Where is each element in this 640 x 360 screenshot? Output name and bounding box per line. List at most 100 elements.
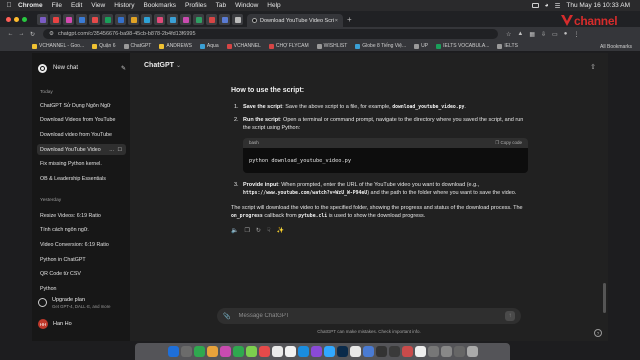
attach-icon[interactable]: 📎 xyxy=(223,313,230,320)
dock-app-icon[interactable] xyxy=(232,346,244,357)
bookmark-item[interactable]: VCHANNEL xyxy=(226,43,261,49)
sidebar-chat-item[interactable]: Fix missing Python kernel. xyxy=(37,159,126,170)
new-chat-button[interactable]: New chat ✎ xyxy=(38,61,126,75)
dock-app-icon[interactable] xyxy=(375,346,387,357)
dock-app-icon[interactable] xyxy=(388,346,400,357)
close-window-icon[interactable] xyxy=(6,17,11,22)
close-tab-icon[interactable]: × xyxy=(335,18,338,24)
message-input[interactable] xyxy=(238,313,489,319)
pinned-tab[interactable] xyxy=(180,14,191,25)
pinned-tab[interactable] xyxy=(141,14,152,25)
dock-app-icon[interactable] xyxy=(284,346,296,357)
dock-app-icon[interactable] xyxy=(401,346,413,357)
pinned-tab[interactable] xyxy=(167,14,178,25)
dock-app-icon[interactable] xyxy=(349,346,361,357)
sidebar-chat-item[interactable]: Resize Videos: 6:19 Ratio xyxy=(37,210,126,221)
dock-app-icon[interactable] xyxy=(258,346,270,357)
scrollbar[interactable] xyxy=(603,283,606,313)
copy-code-button[interactable]: ❐ Copy code xyxy=(495,139,522,147)
tab-active[interactable]: Download YouTube Video Scri × xyxy=(247,14,343,27)
bookmark-item[interactable]: Aqua xyxy=(199,43,219,49)
reload-icon[interactable]: ↻ xyxy=(28,31,37,38)
dock-app-icon[interactable] xyxy=(310,346,322,357)
sidebar-chat-item[interactable]: ChatGPT Sử Dụng Ngôn Ngữ xyxy=(37,100,126,111)
back-icon[interactable]: ← xyxy=(6,31,15,37)
sidebar-chat-item[interactable]: Download YouTube Video … ☐ xyxy=(37,144,126,156)
menu-view[interactable]: View xyxy=(91,2,105,9)
bookmark-item[interactable]: CHỢ FLYCAM xyxy=(268,43,309,49)
copy-icon[interactable]: ❐ xyxy=(244,227,249,235)
bookmark-item[interactable]: WISHLIST xyxy=(316,43,347,49)
site-info-icon[interactable]: ⚙ xyxy=(49,31,54,37)
menu-chrome[interactable]: Chrome xyxy=(18,2,43,9)
dock-app-icon[interactable] xyxy=(440,346,452,357)
chat-options-icon[interactable]: … ☐ xyxy=(109,147,123,153)
regenerate-icon[interactable]: ↻ xyxy=(256,227,261,235)
wifi-icon[interactable]: ◕ xyxy=(545,2,549,9)
dock-app-icon[interactable] xyxy=(167,346,179,357)
pinned-tab[interactable] xyxy=(154,14,165,25)
menu-help[interactable]: Help xyxy=(267,2,280,9)
apple-icon[interactable]:  xyxy=(0,2,18,9)
dock-app-icon[interactable] xyxy=(180,346,192,357)
sidebar-chat-item[interactable]: Python in ChatGPT xyxy=(37,254,126,265)
pinned-tab[interactable] xyxy=(76,14,87,25)
bookmark-item[interactable]: IELTS VOCABULA... xyxy=(436,43,489,49)
sidepanel-icon[interactable]: ▭ xyxy=(552,31,558,38)
menu-tab[interactable]: Tab xyxy=(216,2,226,9)
sidebar-chat-item[interactable]: OB & Leadership Essentials xyxy=(37,174,126,185)
menu-bookmarks[interactable]: Bookmarks xyxy=(143,2,176,9)
model-switch-icon[interactable]: ✨ xyxy=(277,227,284,235)
dock-app-icon[interactable] xyxy=(193,346,205,357)
menu-history[interactable]: History xyxy=(114,2,134,9)
pinned-tab[interactable] xyxy=(63,14,74,25)
read-aloud-icon[interactable]: 🔈 xyxy=(231,227,238,235)
address-bar[interactable]: ⚙ chatgpt.com/c/35456676-ba98-45cb-b878-… xyxy=(43,29,498,39)
extension-icon[interactable]: ▲ xyxy=(517,31,523,37)
control-center-icon[interactable]: ☰ xyxy=(555,2,561,10)
download-icon[interactable]: ⇩ xyxy=(541,31,546,38)
bookmark-item[interactable]: Quận 6 xyxy=(92,43,116,49)
menu-window[interactable]: Window xyxy=(235,2,258,9)
dock-app-icon[interactable] xyxy=(427,346,439,357)
help-icon[interactable]: ? xyxy=(594,329,602,337)
url-text[interactable]: chatgpt.com/c/35456676-ba98-45cb-b878-2b… xyxy=(58,31,196,37)
forward-icon[interactable]: → xyxy=(17,31,26,37)
dock-app-icon[interactable] xyxy=(206,346,218,357)
pinned-tab[interactable] xyxy=(128,14,139,25)
menu-profiles[interactable]: Profiles xyxy=(185,2,207,9)
clock-text[interactable]: Thu May 16 10:33 AM xyxy=(566,2,630,9)
zoom-window-icon[interactable] xyxy=(22,17,27,22)
dock-app-icon[interactable] xyxy=(362,346,374,357)
pinned-tab[interactable] xyxy=(219,14,230,25)
pinned-tab[interactable] xyxy=(102,14,113,25)
bookmark-item[interactable]: IELTS xyxy=(497,43,518,49)
dock-app-icon[interactable] xyxy=(219,346,231,357)
sidebar-chat-item[interactable]: Download Videos from YouTube xyxy=(37,115,126,126)
dock-app-icon[interactable] xyxy=(245,346,257,357)
pinned-tab[interactable] xyxy=(193,14,204,25)
dock-app-icon[interactable] xyxy=(414,346,426,357)
sidebar-chat-item[interactable]: Video Conversion: 6:19 Ratio xyxy=(37,239,126,250)
bookmark-item[interactable]: ANDREWS xyxy=(159,43,192,49)
dock-app-icon[interactable] xyxy=(297,346,309,357)
pinned-tab[interactable] xyxy=(206,14,217,25)
dock-app-icon[interactable] xyxy=(336,346,348,357)
extensions-puzzle-icon[interactable]: ▦ xyxy=(529,31,535,38)
dock-app-icon[interactable] xyxy=(466,346,478,357)
edit-icon[interactable]: ✎ xyxy=(121,65,126,72)
dock-app-icon[interactable] xyxy=(271,346,283,357)
pinned-tab[interactable] xyxy=(89,14,100,25)
menu-edit[interactable]: Edit xyxy=(71,2,82,9)
user-menu[interactable]: HH Han Ho xyxy=(38,319,72,329)
sidebar-chat-item[interactable]: Python xyxy=(37,284,126,295)
thumbs-down-icon[interactable]: ☟ xyxy=(267,227,271,235)
sidebar-chat-item[interactable]: QR Code từ CSV xyxy=(37,269,126,280)
all-bookmarks-button[interactable]: All Bookmarks xyxy=(600,41,632,51)
new-tab-icon[interactable]: + xyxy=(347,15,352,24)
model-selector[interactable]: ChatGPT ⌄ xyxy=(144,62,181,69)
pinned-tab[interactable] xyxy=(232,14,243,25)
minimize-window-icon[interactable] xyxy=(14,17,19,22)
bookmark-item[interactable]: UP xyxy=(414,43,428,49)
bookmark-item[interactable]: Globe 8 Tiếng Việ... xyxy=(355,43,406,49)
